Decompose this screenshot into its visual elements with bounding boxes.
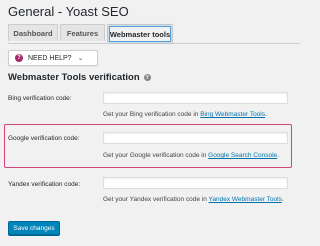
tab-webmaster-tools[interactable]: Webmaster tools	[107, 24, 173, 43]
google-highlight-box	[4, 124, 292, 168]
yandex-verification-label: Yandex verification code:	[8, 181, 81, 188]
need-help-label: NEED HELP?	[28, 54, 72, 62]
page-title: General - Yoast SEO	[8, 4, 129, 19]
google-desc-text: Get your Google verification code in	[103, 152, 209, 159]
google-verification-description: Get your Google verification code in Goo…	[103, 152, 279, 159]
bing-desc-suffix: .	[265, 111, 267, 118]
bing-verification-field[interactable]	[103, 92, 288, 104]
google-verification-field[interactable]	[103, 132, 288, 144]
bing-verification-description: Get your Bing verification code in Bing …	[103, 111, 267, 118]
bing-desc-text: Get your Bing verification code in	[103, 111, 201, 118]
tab-bar: Dashboard Features Webmaster tools	[8, 24, 300, 44]
yandex-desc-text: Get your Yandex verification code in	[103, 196, 209, 203]
section-title: Webmaster Tools verification ?	[8, 72, 151, 83]
tab-dashboard[interactable]: Dashboard	[8, 24, 58, 41]
chevron-down-icon: ⌄	[77, 55, 84, 62]
google-search-console-link[interactable]: Google Search Console	[208, 152, 277, 159]
help-circle-icon[interactable]: ?	[143, 74, 151, 81]
yandex-webmaster-tools-link[interactable]: Yandex Webmaster Tools	[209, 196, 282, 203]
need-help-button[interactable]: ? NEED HELP? ⌄	[8, 50, 98, 66]
yandex-verification-field[interactable]	[103, 177, 288, 189]
bing-webmaster-tools-link[interactable]: Bing Webmaster Tools	[200, 111, 265, 118]
save-changes-button[interactable]: Save changes	[8, 221, 60, 235]
yandex-verification-description: Get your Yandex verification code in Yan…	[103, 196, 284, 203]
bing-verification-label: Bing verification code:	[8, 95, 72, 102]
question-circle-icon: ?	[15, 54, 23, 62]
google-desc-suffix: .	[277, 152, 279, 159]
google-verification-label: Google verification code:	[8, 135, 80, 142]
section-title-text: Webmaster Tools verification	[8, 72, 140, 83]
tab-features[interactable]: Features	[60, 24, 105, 41]
yandex-desc-suffix: .	[281, 196, 284, 203]
